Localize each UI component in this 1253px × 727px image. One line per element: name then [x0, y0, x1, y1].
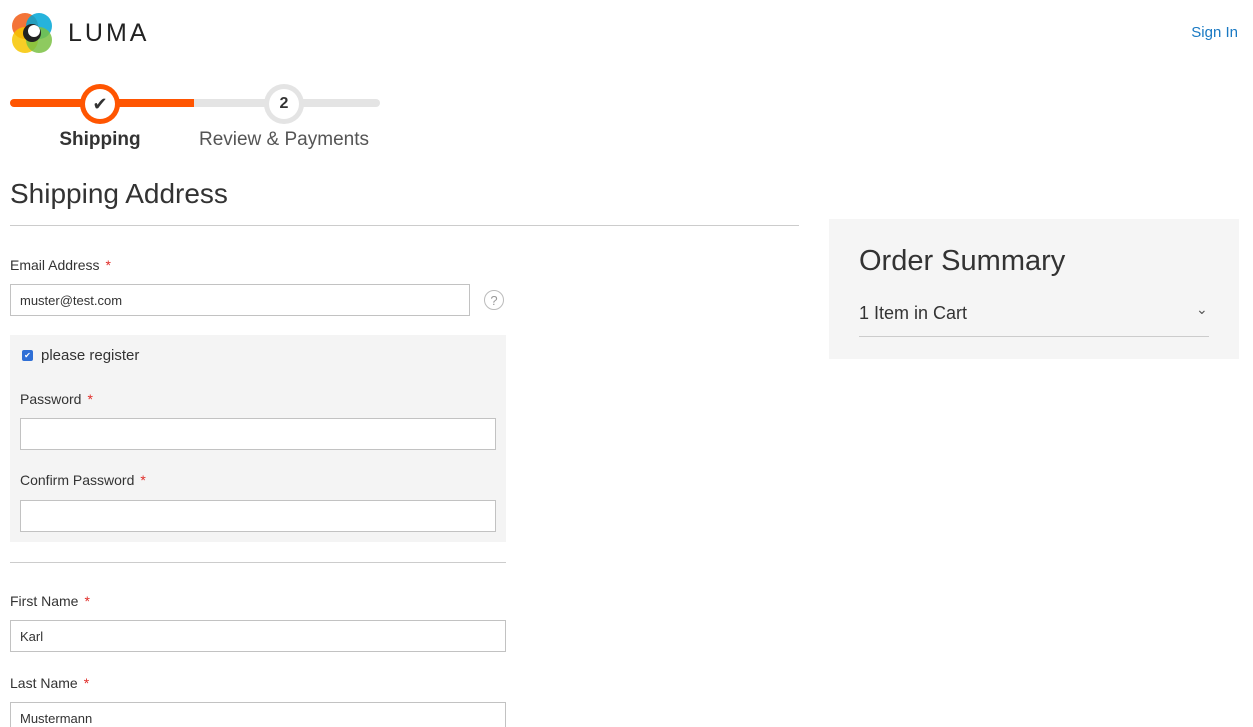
first-name-input[interactable]	[10, 620, 506, 652]
order-summary-panel: Order Summary 1 Item in Cart ⌄	[829, 219, 1239, 359]
step-review-label[interactable]: Review & Payments	[184, 129, 384, 151]
summary-divider	[859, 336, 1209, 337]
required-mark: *	[140, 472, 146, 488]
shipping-address-title: Shipping Address	[10, 178, 228, 209]
checkmark-icon: ✔	[85, 89, 115, 119]
register-checkbox-label[interactable]: please register	[41, 347, 139, 364]
first-name-label-text: First Name	[10, 593, 79, 609]
step-shipping-label[interactable]: Shipping	[40, 129, 160, 151]
sign-in-link[interactable]: Sign In	[1191, 24, 1238, 41]
confirm-password-input[interactable]	[20, 500, 496, 532]
help-icon[interactable]: ?	[484, 290, 504, 310]
first-name-label: First Name *	[10, 593, 90, 609]
step-number: 2	[269, 89, 299, 119]
email-input[interactable]	[10, 284, 470, 316]
password-label-text: Password	[20, 391, 82, 407]
confirm-password-label-text: Confirm Password	[20, 472, 135, 488]
confirm-password-label: Confirm Password *	[20, 472, 146, 488]
checkout-progress-bar: ✔ 2 Shipping Review & Payments	[10, 84, 380, 154]
required-mark: *	[87, 391, 93, 407]
email-label-text: Email Address	[10, 257, 100, 273]
check-icon: ✔	[24, 350, 31, 360]
luma-logo-icon	[12, 13, 52, 53]
password-input[interactable]	[20, 418, 496, 450]
section-divider	[10, 225, 799, 226]
items-in-cart-toggle[interactable]: 1 Item in Cart	[859, 303, 967, 324]
form-divider	[10, 562, 506, 563]
required-mark: *	[83, 675, 90, 691]
luma-logo[interactable]: LUMA	[10, 10, 149, 56]
order-summary-title: Order Summary	[859, 245, 1066, 277]
required-mark: *	[105, 257, 111, 273]
email-label: Email Address *	[10, 257, 111, 273]
step-review-marker[interactable]: 2	[264, 84, 304, 124]
password-label: Password *	[20, 391, 93, 407]
register-checkbox[interactable]: ✔	[22, 350, 33, 361]
required-mark: *	[84, 593, 90, 609]
chevron-down-icon[interactable]: ⌄	[1196, 301, 1208, 318]
step-shipping-marker[interactable]: ✔	[80, 84, 120, 124]
last-name-label: Last Name *	[10, 675, 89, 691]
brand-name: LUMA	[68, 18, 150, 47]
last-name-input[interactable]	[10, 702, 506, 727]
last-name-label-text: Last Name	[10, 675, 78, 691]
